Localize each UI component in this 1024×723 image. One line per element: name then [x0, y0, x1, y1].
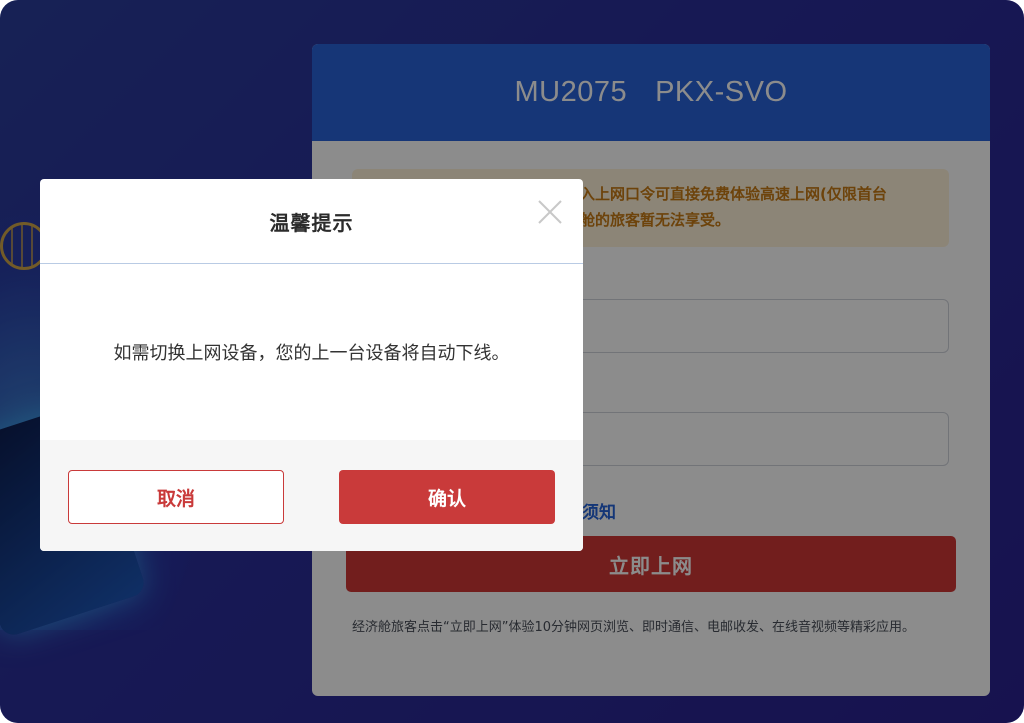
confirm-button[interactable]: 确认	[339, 470, 555, 524]
dialog-message: 如需切换上网设备，您的上一台设备将自动下线。	[113, 343, 510, 364]
dialog-header: 温馨提示	[40, 179, 583, 264]
app-window: MU2075 PKX-SVO 入上网口令可直接免费体验高速上网(仅限首台 舱的旅…	[0, 0, 1024, 723]
dialog-footer: 取消 确认	[40, 440, 583, 551]
cancel-button[interactable]: 取消	[68, 470, 284, 524]
dialog-title: 温馨提示	[269, 210, 354, 235]
switch-device-dialog: 温馨提示 如需切换上网设备，您的上一台设备将自动下线。 取消 确认	[40, 179, 583, 551]
close-icon[interactable]	[537, 199, 563, 225]
dialog-body: 如需切换上网设备，您的上一台设备将自动下线。	[40, 264, 583, 440]
